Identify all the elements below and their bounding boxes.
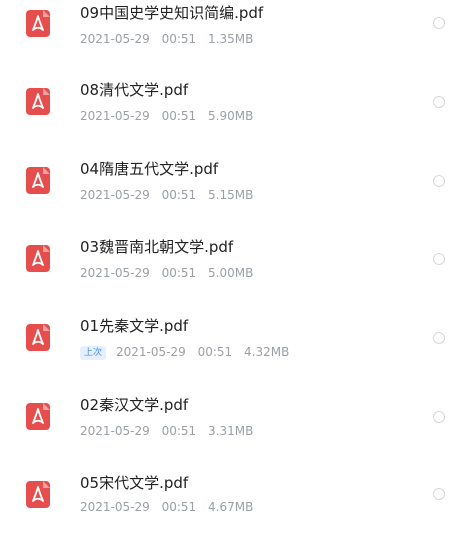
file-meta: 2021-05-29 00:51 5.90MB: [80, 108, 253, 124]
file-name: 03魏晋南北朝文学.pdf: [80, 238, 234, 256]
select-circle[interactable]: [433, 96, 445, 108]
file-size: 4.67MB: [208, 500, 254, 514]
file-time: 00:51: [161, 424, 197, 438]
file-row[interactable]: 03魏晋南北朝文学.pdf 2021-05-29 00:51 5.00MB: [0, 221, 472, 299]
file-name: 04隋唐五代文学.pdf: [80, 160, 219, 178]
file-size: 5.00MB: [208, 266, 254, 280]
pdf-file-icon: [26, 403, 50, 430]
file-row[interactable]: 08清代文学.pdf 2021-05-29 00:51 5.90MB: [0, 64, 472, 142]
file-date: 2021-05-29: [116, 345, 186, 359]
file-row[interactable]: 01先秦文学.pdf 上次 2021-05-29 00:51 4.32MB: [0, 300, 472, 378]
file-date: 2021-05-29: [80, 109, 150, 123]
file-list: 09中国史学史知识简编.pdf 2021-05-29 00:51 1.35MB …: [0, 0, 472, 529]
file-time: 00:51: [161, 500, 197, 514]
file-name: 01先秦文学.pdf: [80, 317, 189, 335]
select-circle[interactable]: [433, 488, 445, 500]
pdf-file-icon: [26, 481, 50, 508]
select-circle[interactable]: [433, 411, 445, 423]
file-time: 00:51: [161, 109, 197, 123]
pdf-file-icon: [26, 245, 50, 272]
file-date: 2021-05-29: [80, 424, 150, 438]
select-circle[interactable]: [433, 175, 445, 187]
file-row[interactable]: 05宋代文学.pdf 2021-05-29 00:51 4.67MB: [0, 457, 472, 535]
file-name: 08清代文学.pdf: [80, 81, 189, 99]
file-size: 5.15MB: [208, 188, 254, 202]
file-time: 00:51: [197, 345, 233, 359]
file-meta: 2021-05-29 00:51 4.67MB: [80, 499, 253, 515]
file-meta: 2021-05-29 00:51 3.31MB: [80, 423, 253, 439]
file-meta: 2021-05-29 00:51 5.00MB: [80, 265, 253, 281]
file-date: 2021-05-29: [80, 500, 150, 514]
file-size: 1.35MB: [208, 32, 254, 46]
file-time: 00:51: [161, 188, 197, 202]
file-meta: 2021-05-29 00:51 5.15MB: [80, 187, 253, 203]
file-row[interactable]: 04隋唐五代文学.pdf 2021-05-29 00:51 5.15MB: [0, 143, 472, 221]
file-row[interactable]: 02秦汉文学.pdf 2021-05-29 00:51 3.31MB: [0, 379, 472, 457]
file-size: 5.90MB: [208, 109, 254, 123]
file-row[interactable]: 09中国史学史知识简编.pdf 2021-05-29 00:51 1.35MB: [0, 0, 472, 63]
file-date: 2021-05-29: [80, 266, 150, 280]
select-circle[interactable]: [433, 332, 445, 344]
pdf-file-icon: [26, 10, 50, 37]
file-size: 4.32MB: [244, 345, 290, 359]
file-date: 2021-05-29: [80, 32, 150, 46]
select-circle[interactable]: [433, 17, 445, 29]
file-meta: 2021-05-29 00:51 1.35MB: [80, 31, 253, 47]
select-circle[interactable]: [433, 253, 445, 265]
file-time: 00:51: [161, 32, 197, 46]
file-name: 05宋代文学.pdf: [80, 474, 189, 492]
pdf-file-icon: [26, 324, 50, 351]
last-opened-badge: 上次: [80, 346, 107, 360]
pdf-file-icon: [26, 167, 50, 194]
file-meta: 上次 2021-05-29 00:51 4.32MB: [80, 344, 289, 360]
file-date: 2021-05-29: [80, 188, 150, 202]
file-time: 00:51: [161, 266, 197, 280]
file-name: 02秦汉文学.pdf: [80, 396, 189, 414]
pdf-file-icon: [26, 88, 50, 115]
file-name: 09中国史学史知识简编.pdf: [80, 4, 264, 22]
file-size: 3.31MB: [208, 424, 254, 438]
